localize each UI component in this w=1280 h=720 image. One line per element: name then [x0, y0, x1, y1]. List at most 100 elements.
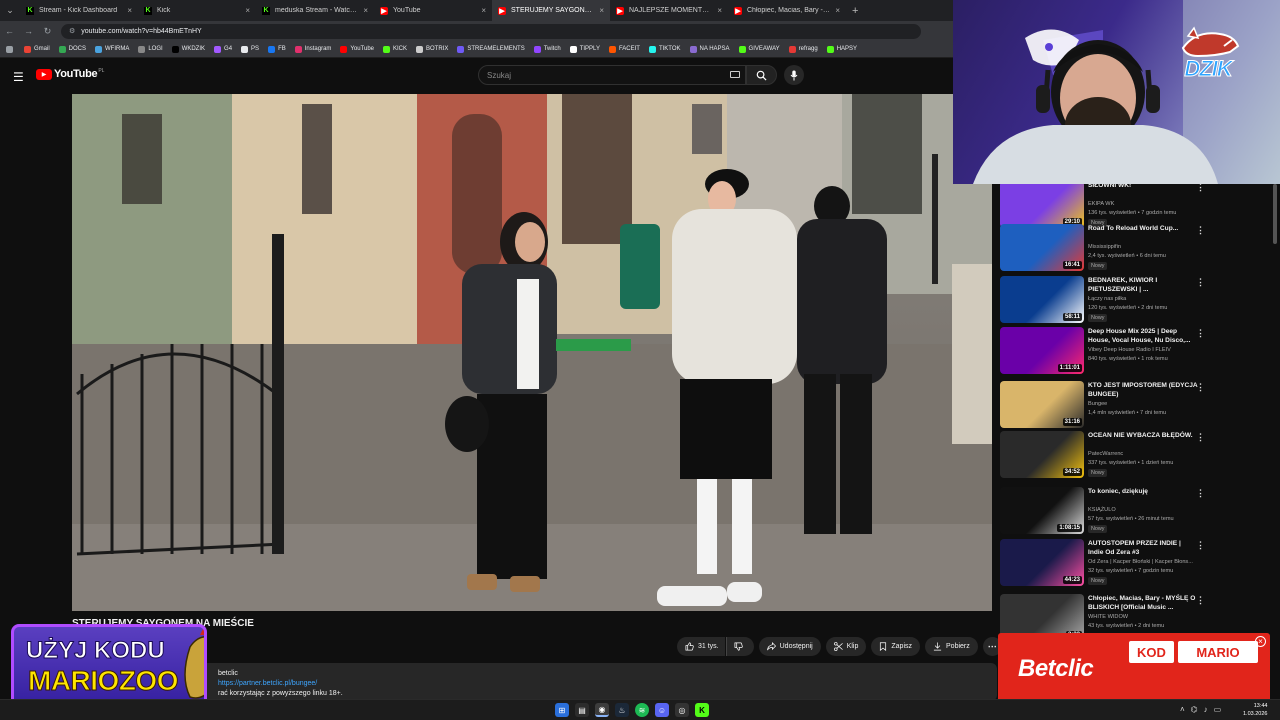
more-options-icon[interactable]: ⋮: [1196, 382, 1205, 393]
video-thumbnail[interactable]: 44:23: [1000, 539, 1084, 586]
bookmark-item[interactable]: DOCS: [58, 45, 86, 53]
site-info-icon[interactable]: ⚙: [69, 27, 75, 35]
recommendation-title[interactable]: To koniec, dziękuję: [1088, 487, 1198, 496]
kick-app-icon[interactable]: K: [695, 703, 709, 717]
keyboard-icon[interactable]: [730, 71, 740, 78]
recommendation-title[interactable]: Deep House Mix 2025 | Deep House, Vocal …: [1088, 327, 1198, 345]
bookmark-item[interactable]: WKDZIK: [171, 45, 205, 53]
recommendation-title[interactable]: Chłopiec, Macias, Bary - MYŚLĘ O BLISKIC…: [1088, 594, 1198, 612]
reload-icon[interactable]: ↻: [38, 26, 57, 37]
betclic-banner[interactable]: Betclic KOD MARIO: [998, 633, 1270, 703]
forward-icon[interactable]: →: [19, 26, 38, 36]
bookmark-item[interactable]: NA HAPSA: [689, 45, 730, 53]
bookmark-item[interactable]: FB: [268, 45, 286, 53]
video-thumbnail[interactable]: 34:52: [1000, 431, 1084, 478]
tab-close-icon[interactable]: ×: [835, 6, 840, 15]
recommendation-channel[interactable]: Vibey Deep House Radio I FLEIV: [1088, 347, 1171, 353]
discord-icon[interactable]: ☺: [655, 703, 669, 717]
bookmark-item[interactable]: Gmail: [24, 45, 50, 53]
browser-tab[interactable]: ▶ YouTube ×: [374, 0, 492, 21]
browser-tab[interactable]: K Kick ×: [138, 0, 256, 21]
tab-close-icon[interactable]: ×: [717, 6, 722, 15]
bookmark-item[interactable]: FACEIT: [608, 45, 640, 53]
recommendation-channel[interactable]: EKIPA WK: [1088, 201, 1114, 207]
tab-close-icon[interactable]: ×: [481, 6, 486, 15]
recommendation-title[interactable]: SIŁOWNI WK!: [1088, 184, 1198, 190]
video-thumbnail[interactable]: 16:41: [1000, 224, 1084, 271]
video-thumbnail[interactable]: 1:08:15: [1000, 487, 1084, 534]
recommendation-item[interactable]: 58:11 BEDNAREK, KIWIOR I PIETUSZEWSKI | .…: [1000, 276, 1270, 325]
recommendation-channel[interactable]: WHITE WIDOW: [1088, 614, 1128, 620]
apps-icon[interactable]: [6, 45, 16, 53]
bookmark-item[interactable]: PS: [241, 45, 259, 53]
tab-close-icon[interactable]: ×: [599, 6, 604, 15]
bookmark-item[interactable]: WFIRMA: [95, 45, 129, 53]
youtube-logo[interactable]: ▶ YouTube PL: [36, 68, 104, 80]
like-button[interactable]: 31 tys.: [677, 637, 725, 656]
bookmark-item[interactable]: Twitch: [533, 45, 561, 53]
recommendation-title[interactable]: BEDNAREK, KIWIOR I PIETUSZEWSKI | ...: [1088, 276, 1198, 294]
browser-tab[interactable]: ▶ NAJLEPSZE MOMENTY POLSKI×: [610, 0, 728, 21]
recommendation-channel[interactable]: Bungee: [1088, 401, 1107, 407]
video-thumbnail[interactable]: 29:10: [1000, 184, 1084, 228]
volume-icon[interactable]: ♪: [1204, 705, 1208, 714]
recommendation-channel[interactable]: Od Zera | Kacper Błoński | Kacper Błons.…: [1088, 559, 1193, 565]
description-link[interactable]: https://partner.betclic.pl/bungee/: [218, 680, 317, 687]
recommendation-item[interactable]: 1:08:15 To koniec, dziękuję KSIĄŻULO 57 tys…: [1000, 487, 1270, 536]
bookmark-item[interactable]: BOTRIX: [416, 45, 448, 53]
recommendation-item[interactable]: 44:23 AUTOSTOPEM PRZEZ INDIE | Indie Od Z…: [1000, 539, 1270, 588]
more-options-icon[interactable]: ⋮: [1196, 432, 1205, 443]
obs-icon[interactable]: ◎: [675, 703, 689, 717]
more-options-icon[interactable]: ⋮: [1196, 277, 1205, 288]
video-thumbnail[interactable]: 1:11:01: [1000, 327, 1084, 374]
search-button[interactable]: [746, 65, 777, 85]
file-explorer-icon[interactable]: ▤: [575, 703, 589, 717]
chrome-icon[interactable]: ◉: [595, 703, 609, 717]
video-thumbnail[interactable]: 3:33: [1000, 594, 1084, 634]
bookmark-item[interactable]: TIPPLY: [569, 45, 600, 53]
bookmark-item[interactable]: YouTube: [340, 45, 374, 53]
close-icon[interactable]: ×: [1255, 636, 1266, 647]
clock[interactable]: 13:44 1.03.2026: [1243, 702, 1267, 718]
download-button[interactable]: Pobierz: [925, 637, 978, 656]
browser-tab[interactable]: ▶ STERUJEMY SAYGONEM NA×: [492, 0, 610, 21]
browser-tab[interactable]: K Stream - Kick Dashboard ×: [20, 0, 138, 21]
bookmark-item[interactable]: TIKTOK: [648, 45, 681, 53]
tab-close-icon[interactable]: ×: [245, 6, 250, 15]
recommendation-title[interactable]: KTO JEST IMPOSTOREM (EDYCJA BUNGEE): [1088, 381, 1198, 399]
sidebar-scrollbar[interactable]: [1273, 184, 1277, 244]
search-input[interactable]: Szukaj: [478, 65, 746, 85]
recommendation-item[interactable]: 16:41 Road To Reload World Cup... Mississi…: [1000, 224, 1270, 273]
more-options-icon[interactable]: ⋮: [1196, 595, 1205, 606]
address-bar[interactable]: ⚙ youtube.com/watch?v=hb44BmETnHY: [61, 23, 921, 39]
recommendation-item[interactable]: 1:11:01 Deep House Mix 2025 | Deep House,…: [1000, 327, 1270, 376]
more-options-icon[interactable]: ⋮: [1196, 488, 1205, 499]
recommendation-channel[interactable]: KSIĄŻULO: [1088, 507, 1116, 513]
bookmark-item[interactable]: Instagram: [294, 45, 331, 53]
save-button[interactable]: Zapisz: [871, 637, 921, 656]
more-options-icon[interactable]: ⋮: [1196, 225, 1205, 236]
video-player[interactable]: [72, 94, 992, 611]
bookmark-item[interactable]: STREAMELEMENTS: [457, 45, 525, 53]
description-box[interactable]: betclic https://partner.betclic.pl/bunge…: [200, 663, 997, 701]
chevron-up-icon[interactable]: ˄: [1180, 705, 1185, 714]
tab-close-icon[interactable]: ×: [127, 6, 132, 15]
bookmark-item[interactable]: G4: [214, 45, 232, 53]
recommendation-title[interactable]: OCEAN NIE WYBACZA BŁĘDÓW.: [1088, 431, 1198, 440]
bookmark-item[interactable]: LOGI: [138, 45, 163, 53]
tab-search-icon[interactable]: ⌄: [0, 0, 20, 21]
battery-icon[interactable]: ▭: [1214, 705, 1222, 714]
recommendation-channel[interactable]: PatecWarrenc: [1088, 451, 1123, 457]
spotify-icon[interactable]: ≋: [635, 703, 649, 717]
recommendation-item[interactable]: 34:52 OCEAN NIE WYBACZA BŁĘDÓW. PatecWarre…: [1000, 431, 1270, 480]
share-button[interactable]: Udostępnij: [758, 637, 821, 656]
voice-search-button[interactable]: [784, 65, 804, 85]
recommendation-channel[interactable]: Łączy nas piłka: [1088, 296, 1126, 302]
recommendation-channel[interactable]: Mississippifin: [1088, 244, 1121, 250]
bookmark-item[interactable]: refragg: [788, 45, 818, 53]
tab-close-icon[interactable]: ×: [363, 6, 368, 15]
recommendation-item[interactable]: 3:33Chłopiec, Macias, Bary - MYŚLĘ O BLI…: [1000, 594, 1270, 634]
menu-icon[interactable]: ☰: [13, 70, 24, 84]
video-thumbnail[interactable]: 31:16: [1000, 381, 1084, 428]
recommendation-title[interactable]: AUTOSTOPEM PRZEZ INDIE | Indie Od Zera #…: [1088, 539, 1198, 557]
